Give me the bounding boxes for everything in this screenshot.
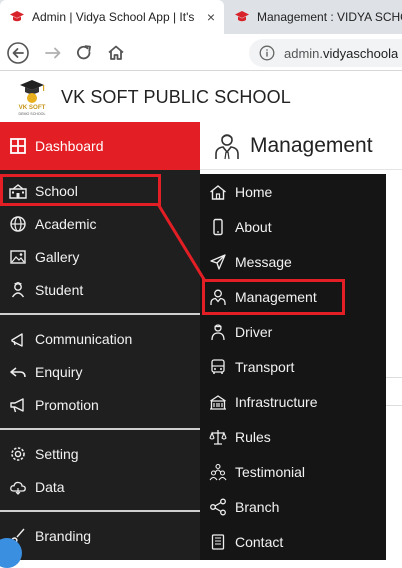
highlight-connector-line <box>156 203 207 282</box>
